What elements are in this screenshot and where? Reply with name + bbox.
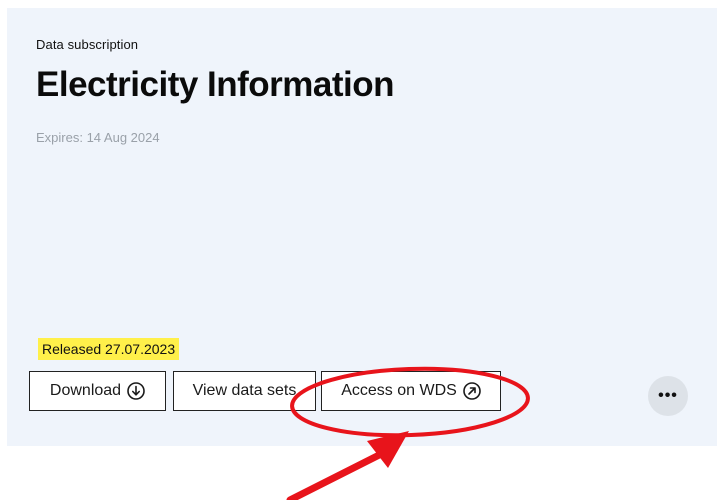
expiry-date: Expires: 14 Aug 2024: [36, 130, 160, 145]
card-eyebrow: Data subscription: [36, 37, 139, 52]
download-button-label: Download: [49, 382, 122, 399]
more-horizontal-icon: •••: [658, 387, 678, 404]
view-data-sets-button[interactable]: View data sets: [173, 371, 316, 411]
access-on-wds-button[interactable]: Access on WDS: [321, 371, 501, 411]
access-on-wds-label: Access on WDS: [341, 382, 457, 399]
release-badge: Released 27.07.2023: [38, 338, 180, 360]
more-options-button[interactable]: •••: [648, 376, 688, 416]
view-data-sets-label: View data sets: [192, 382, 297, 399]
external-link-icon: [462, 382, 481, 400]
card-title: Electricity Information: [36, 65, 395, 104]
download-button[interactable]: Download: [29, 371, 166, 411]
download-icon: [127, 382, 145, 400]
